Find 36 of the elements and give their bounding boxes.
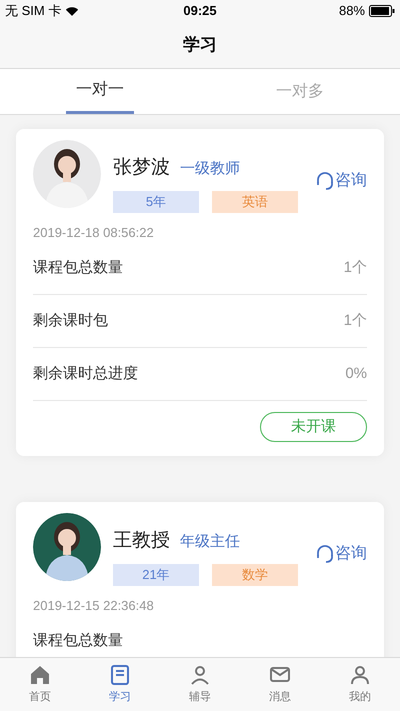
row-label: 剩余课时总进度 bbox=[33, 364, 138, 384]
teacher-title: 一级教师 bbox=[180, 159, 240, 179]
status-button[interactable]: 未开课 bbox=[260, 412, 367, 442]
tab-bar-item[interactable]: 学习 bbox=[80, 658, 160, 711]
grade-tag: 5年 bbox=[113, 190, 199, 212]
segment-tab[interactable]: 一对一 bbox=[0, 69, 200, 114]
subject-tag: 数学 bbox=[212, 564, 298, 586]
row-label: 课程包总数量 bbox=[33, 258, 123, 278]
tab-bar-item[interactable]: 我的 bbox=[320, 658, 400, 711]
tab-bar-item[interactable]: 消息 bbox=[240, 658, 320, 711]
tab-bar-item[interactable]: 首页 bbox=[0, 658, 80, 711]
wifi-icon bbox=[65, 6, 80, 16]
row-value: 1个 bbox=[344, 310, 367, 331]
row-label: 剩余课时包 bbox=[33, 310, 108, 331]
row-label: 课程包总数量 bbox=[33, 630, 123, 651]
page-title: 学习 bbox=[183, 34, 217, 56]
consult-button[interactable]: 咨询 bbox=[315, 542, 367, 566]
timestamp: 2019-12-15 22:36:48 bbox=[33, 596, 155, 614]
teacher-title: 年级主任 bbox=[180, 532, 240, 552]
book-icon bbox=[108, 663, 132, 688]
consult-button[interactable]: 咨询 bbox=[315, 169, 367, 193]
teacher-name: 张梦波 bbox=[113, 156, 170, 180]
segment-tab[interactable]: 一对多 bbox=[200, 69, 400, 114]
subject-tag: 英语 bbox=[212, 190, 298, 212]
row-value: 0% bbox=[345, 364, 367, 384]
carrier: 无 SIM 卡 bbox=[5, 2, 62, 20]
headset-icon bbox=[315, 544, 335, 564]
timestamp: 2019-12-18 08:56:22 bbox=[33, 224, 155, 242]
tab-bar-item[interactable]: 辅导 bbox=[160, 658, 240, 711]
clock: 09:25 bbox=[183, 2, 217, 20]
battery-percent: 88% bbox=[338, 2, 365, 20]
battery-icon bbox=[369, 5, 395, 17]
headset-icon bbox=[315, 171, 335, 191]
grade-tag: 21年 bbox=[113, 564, 199, 586]
row-value: 1个 bbox=[344, 258, 367, 278]
teacher-name: 王教授 bbox=[113, 529, 170, 553]
